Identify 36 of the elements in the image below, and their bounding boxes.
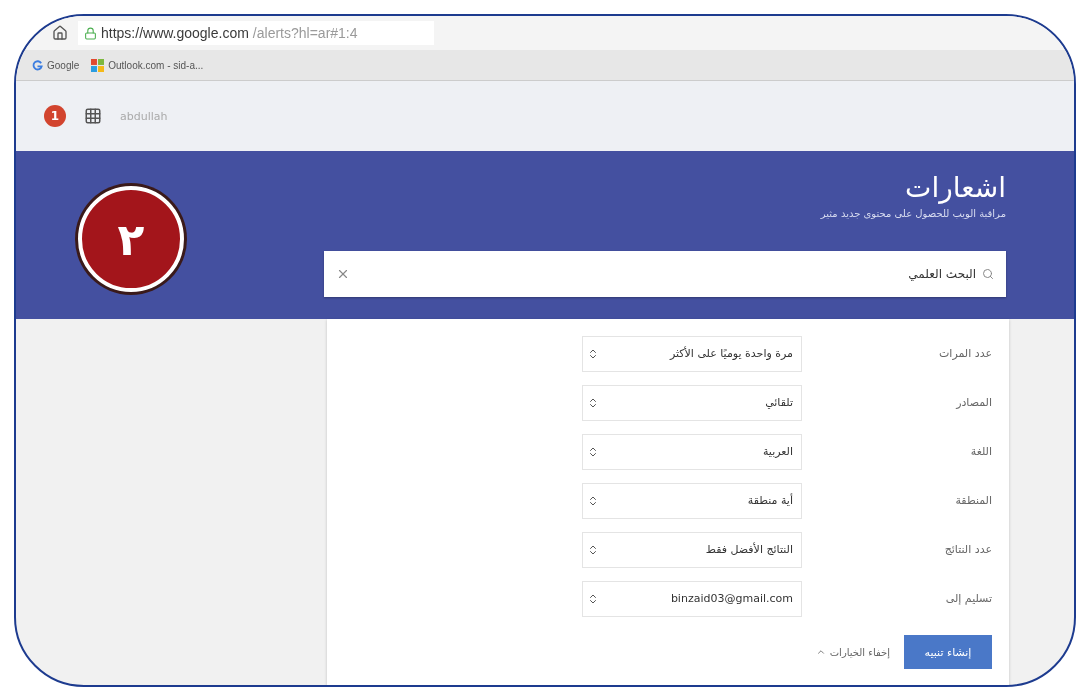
option-label: تسليم إلى [944, 592, 992, 605]
updown-icon [587, 445, 599, 458]
apps-grid-icon[interactable] [84, 107, 102, 125]
page-title: اشعارات [905, 171, 1006, 204]
hide-options-link[interactable]: إخفاء الخيارات [815, 646, 890, 658]
option-select[interactable]: العربية [582, 433, 802, 470]
updown-icon [587, 543, 599, 556]
updown-icon [587, 592, 599, 605]
notification-badge[interactable]: 1 [44, 105, 66, 127]
option-select[interactable]: النتائج الأفضل فقط [582, 531, 802, 568]
option-label: اللغة [969, 445, 992, 458]
option-select[interactable]: تلقائي [582, 384, 802, 421]
option-select[interactable]: أية منطقة [582, 482, 802, 519]
option-label: عدد النتائج [943, 543, 992, 556]
home-icon[interactable] [52, 25, 68, 41]
bookmark[interactable]: Google [32, 59, 80, 71]
page-subtitle: مراقبة الويب للحصول على محتوى جديد مثير [820, 208, 1006, 219]
updown-icon [587, 347, 599, 360]
user-name: abdullah [120, 109, 168, 123]
option-select[interactable]: binzaid03@gmail.com [582, 580, 802, 617]
option-label: عدد المرات [938, 347, 992, 360]
windows-logo-icon [91, 58, 105, 72]
bookmark[interactable]: Outlook.com - sid-a... [91, 58, 204, 72]
lock-icon [84, 26, 97, 40]
search-field[interactable]: البحث العلمي [324, 251, 1006, 297]
option-label: المصادر [954, 396, 992, 409]
google-g-icon [32, 59, 43, 71]
search-icon [982, 268, 994, 280]
address-bar[interactable]: https://www.google.com /alerts?hl=ar#1:4 [78, 21, 434, 45]
updown-icon [587, 494, 599, 507]
caret-up-icon [815, 647, 826, 657]
updown-icon [587, 396, 599, 409]
create-alert-button[interactable]: إنشاء تنبيه [904, 635, 992, 669]
option-label: المنطقة [954, 494, 992, 507]
option-select[interactable]: مرة واحدة يوميًا على الأكثر [582, 335, 802, 372]
clear-icon[interactable] [336, 267, 350, 281]
